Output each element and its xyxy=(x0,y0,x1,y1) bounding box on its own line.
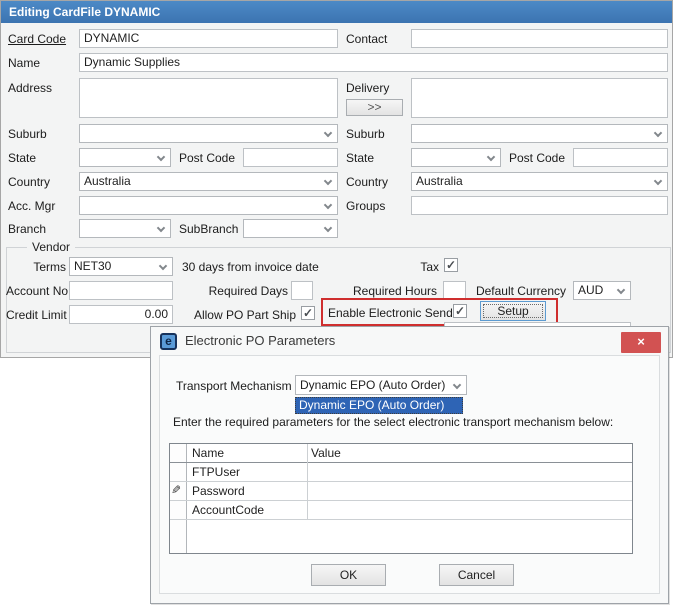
grid-header-name: Name xyxy=(192,446,225,460)
subbranch-label: SubBranch xyxy=(179,222,239,236)
country-left-value: Australia xyxy=(84,174,131,188)
post-code-left-input[interactable] xyxy=(243,148,338,167)
close-button[interactable]: × xyxy=(621,332,661,353)
currency-value: AUD xyxy=(578,283,604,297)
window-title: Editing CardFile DYNAMIC xyxy=(1,1,672,23)
credit-limit-label: Credit Limit xyxy=(6,308,67,322)
check-icon: ✓ xyxy=(302,306,314,320)
chevron-down-icon xyxy=(653,128,663,138)
country-left-label: Country xyxy=(8,175,51,189)
enable-electronic-send-checkbox[interactable]: ✓ xyxy=(453,304,467,318)
post-code-right-label: Post Code xyxy=(509,151,566,165)
check-icon: ✓ xyxy=(454,304,466,318)
post-code-left-label: Post Code xyxy=(179,151,236,165)
subbranch-combo[interactable] xyxy=(243,219,338,238)
country-right-combo[interactable]: Australia xyxy=(411,172,668,191)
groups-label: Groups xyxy=(346,199,386,213)
chevron-down-icon xyxy=(158,261,168,271)
ok-button[interactable]: OK xyxy=(311,564,386,586)
vendor-legend: Vendor xyxy=(27,240,76,255)
country-right-label: Country xyxy=(346,175,389,189)
required-days-input[interactable] xyxy=(291,281,313,300)
app-logo-icon: e xyxy=(160,333,177,350)
state-right-combo[interactable] xyxy=(411,148,501,167)
chevron-down-icon xyxy=(323,176,333,186)
grid-header-value: Value xyxy=(311,446,341,460)
chevron-down-icon xyxy=(452,380,462,390)
grid-row-name[interactable]: FTPUser xyxy=(192,463,304,481)
acc-mgr-label: Acc. Mgr xyxy=(8,199,56,213)
country-right-value: Australia xyxy=(416,174,463,188)
chevron-down-icon xyxy=(323,128,333,138)
terms-combo[interactable]: NET30 xyxy=(69,257,173,276)
contact-input[interactable] xyxy=(411,29,668,48)
copy-address-button[interactable]: >> xyxy=(346,99,403,116)
default-currency-label: Default Currency xyxy=(475,284,566,298)
suburb-left-label: Suburb xyxy=(8,127,47,141)
terms-note: 30 days from invoice date xyxy=(182,260,319,274)
enable-electronic-send-label: Enable Electronic Send xyxy=(328,306,453,320)
tax-label: Tax xyxy=(420,260,439,274)
state-left-label: State xyxy=(8,151,37,165)
card-code-input[interactable]: DYNAMIC xyxy=(79,29,338,48)
required-days-label: Required Days xyxy=(208,284,288,298)
chevron-down-icon xyxy=(486,152,496,162)
instruction-text: Enter the required parameters for the se… xyxy=(173,415,614,429)
row-selector-column xyxy=(170,444,187,553)
state-right-label: State xyxy=(346,151,375,165)
account-no-label: Account No xyxy=(6,284,69,298)
account-no-input[interactable] xyxy=(69,281,173,300)
chevron-down-icon xyxy=(323,200,333,210)
terms-label: Terms xyxy=(33,260,66,274)
allow-po-part-ship-checkbox[interactable]: ✓ xyxy=(301,306,315,320)
currency-combo[interactable]: AUD xyxy=(573,281,631,300)
edit-pencil-icon: ✎ xyxy=(171,483,182,497)
allow-po-part-ship-label: Allow PO Part Ship xyxy=(193,308,296,322)
cardfile-editor-window: Editing CardFile DYNAMIC Card Code DYNAM… xyxy=(0,0,673,358)
check-icon: ✓ xyxy=(445,258,457,272)
terms-value: NET30 xyxy=(74,259,112,273)
country-left-combo[interactable]: Australia xyxy=(79,172,338,191)
suburb-left-combo[interactable] xyxy=(79,124,338,143)
required-hours-label: Required Hours xyxy=(353,284,438,298)
card-code-label: Card Code xyxy=(8,32,67,46)
acc-mgr-combo[interactable] xyxy=(79,196,338,215)
dialog-title: Electronic PO Parameters xyxy=(185,333,336,348)
branch-combo[interactable] xyxy=(79,219,171,238)
name-input[interactable]: Dynamic Supplies xyxy=(79,53,668,72)
name-label: Name xyxy=(8,56,41,70)
chevron-down-icon xyxy=(156,152,166,162)
close-icon: × xyxy=(637,334,645,349)
post-code-right-input[interactable] xyxy=(573,148,668,167)
transport-mechanism-combo[interactable]: Dynamic EPO (Auto Order) xyxy=(295,375,467,395)
address-label: Address xyxy=(8,81,53,95)
address-input[interactable] xyxy=(79,78,338,118)
suburb-right-label: Suburb xyxy=(346,127,385,141)
state-left-combo[interactable] xyxy=(79,148,171,167)
branch-label: Branch xyxy=(8,222,47,236)
grid-row-name[interactable]: AccountCode xyxy=(192,501,304,519)
electronic-po-parameters-dialog: e Electronic PO Parameters × Transport M… xyxy=(150,326,669,604)
tax-checkbox[interactable]: ✓ xyxy=(444,258,458,272)
chevron-down-icon xyxy=(616,285,626,295)
grid-row-name[interactable]: Password xyxy=(192,482,304,500)
contact-label: Contact xyxy=(346,32,388,46)
transport-mechanism-label: Transport Mechanism xyxy=(176,379,292,393)
chevron-down-icon xyxy=(653,176,663,186)
transport-mechanism-value: Dynamic EPO (Auto Order) xyxy=(300,378,446,392)
delivery-label: Delivery xyxy=(346,81,390,95)
suburb-right-combo[interactable] xyxy=(411,124,668,143)
setup-button[interactable]: Setup xyxy=(480,301,546,321)
credit-limit-input[interactable]: 0.00 xyxy=(69,305,173,324)
parameters-grid: Name Value FTPUser ✎ Password AccountCod… xyxy=(169,443,633,554)
cancel-button[interactable]: Cancel xyxy=(439,564,514,586)
chevron-down-icon xyxy=(156,223,166,233)
screen: { "icons": { "check": "✓", "pencil": "✎"… xyxy=(0,0,677,606)
chevron-down-icon xyxy=(323,223,333,233)
delivery-address-input[interactable] xyxy=(411,78,668,118)
groups-input[interactable] xyxy=(411,196,668,215)
dropdown-option-selected[interactable]: Dynamic EPO (Auto Order) xyxy=(295,397,463,414)
